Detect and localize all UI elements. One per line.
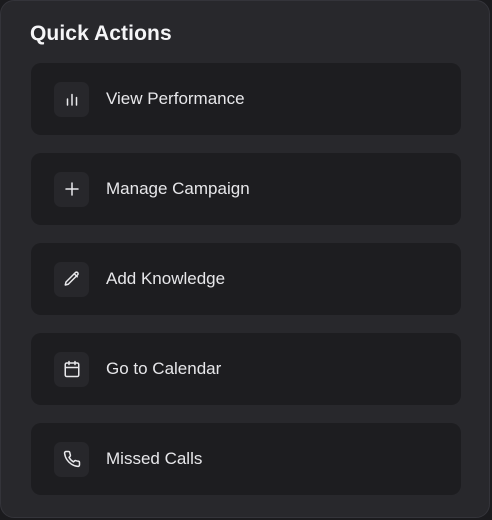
view-performance-label: View Performance	[106, 89, 245, 108]
manage-campaign-label: Manage Campaign	[106, 179, 250, 198]
add-knowledge-label: Add Knowledge	[106, 269, 226, 288]
phone-icon	[54, 441, 89, 477]
go-to-calendar-label: Go to Calendar	[106, 359, 222, 378]
bar-chart-icon	[54, 81, 89, 117]
panel-title: Quick Actions	[30, 22, 172, 45]
manage-campaign-button[interactable]: Manage Campaign	[31, 153, 461, 225]
go-to-calendar-button[interactable]: Go to Calendar	[31, 333, 461, 405]
view-performance-button[interactable]: View Performance	[31, 63, 461, 135]
missed-calls-label: Missed Calls	[106, 449, 203, 468]
quick-actions-panel: Quick Actions View Performance Manage Ca…	[0, 0, 490, 518]
action-list: View Performance Manage Campaign Add Kno…	[31, 63, 461, 513]
calendar-icon	[54, 351, 89, 387]
add-knowledge-button[interactable]: Add Knowledge	[31, 243, 461, 315]
missed-calls-button[interactable]: Missed Calls	[31, 423, 461, 495]
plus-icon	[54, 171, 89, 207]
pencil-icon	[54, 261, 89, 297]
